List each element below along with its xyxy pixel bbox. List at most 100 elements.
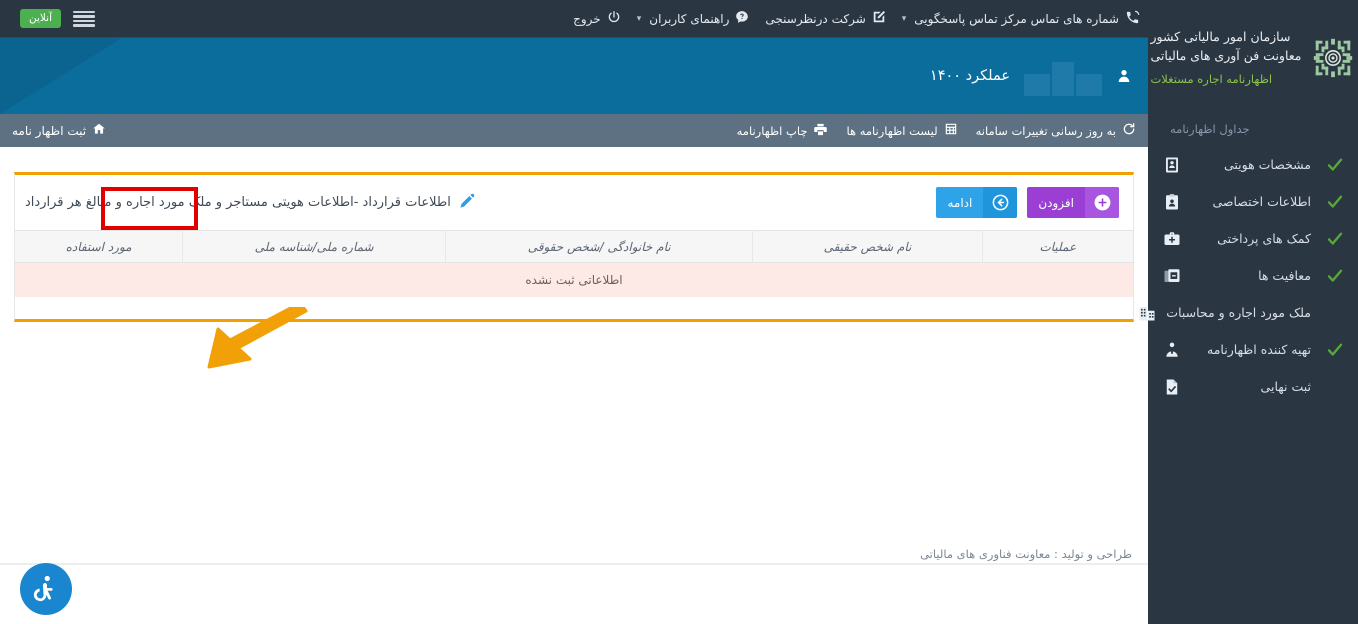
column-header-operations: عملیات (981, 230, 1133, 263)
power-icon (607, 10, 621, 27)
add-button[interactable]: افزودن (1027, 187, 1119, 218)
app-root: آنلاین شماره های تماس مرکز تماس پاسخگویی… (0, 0, 1358, 624)
arrow-circle-left-icon (983, 187, 1018, 218)
card-header: اطلاعات قرارداد -اطلاعات هویتی مستاجر و … (15, 175, 1133, 230)
nav-item-contact-center[interactable]: شماره های تماس مرکز تماس پاسخگویی ▾ (902, 10, 1140, 28)
tool-print-declaration[interactable]: چاپ اظهارنامه (737, 122, 829, 140)
column-header-national-id: شماره ملی/شناسه ملی (182, 230, 446, 263)
person-upload-icon (1162, 340, 1182, 360)
sidebar-label-rental-property: ملک مورد اجاره و محاسبات (1166, 305, 1311, 320)
edit-square-icon (872, 10, 886, 27)
home-icon (92, 122, 106, 139)
plus-circle-icon (1085, 187, 1119, 218)
check-icon (1322, 191, 1348, 213)
column-header-last-name: نام خانوادگی /شخص حقوقی (444, 230, 753, 263)
chevron-down-icon: ▾ (901, 13, 907, 24)
id-card-icon (1162, 155, 1182, 175)
banner-diagonal-decoration (0, 38, 122, 114)
add-button-label: افزودن (1038, 195, 1074, 210)
sidebar-caption: جداول اظهارنامه (1170, 122, 1250, 136)
accessibility-wheelchair-icon[interactable] (20, 563, 72, 615)
page-footer: طراحی و تولید : معاونت فناوری های مالیات… (0, 547, 1148, 624)
nav-label-logout: خروج (573, 11, 601, 26)
card-title: اطلاعات قرارداد -اطلاعات هویتی مستاجر و … (25, 195, 451, 210)
breadcrumb-tools: به روز رسانی تغییرات سامانه لیست اظهارنا… (737, 122, 1136, 140)
continue-button[interactable]: ادامه (936, 187, 1018, 218)
brand-header: سازمان امور مالیاتی کشور معاونت فن آوری … (1148, 0, 1358, 110)
topnav-items: شماره های تماس مرکز تماس پاسخگویی ▾ شرکت… (573, 10, 1140, 28)
brand-subtitle: اظهارنامه اجاره مستغلات (1150, 71, 1273, 86)
banner-blocks-decoration (1024, 56, 1102, 96)
main-content: اطلاعات قرارداد -اطلاعات هویتی مستاجر و … (0, 147, 1148, 624)
sidebar-label-special-info: اطلاعات اختصاصی (1212, 194, 1311, 209)
banner-content: عملکرد ۱۴۰۰ (930, 38, 1148, 114)
banner-title: عملکرد ۱۴۰۰ (929, 68, 1010, 84)
brand-line-2: معاونت فن آوری های مالیاتی (1150, 47, 1302, 63)
tool-declaration-list[interactable]: لیست اظهارنامه ها (846, 122, 957, 139)
table-header: عملیات نام شخص حقیقی نام خانوادگی /شخص ح… (15, 230, 1133, 263)
card-minus-icon (1162, 266, 1182, 286)
nav-item-logout[interactable]: خروج (573, 10, 621, 27)
sidebar-item-identity[interactable]: مشخصات هویتی (1148, 146, 1358, 183)
table-empty-message: اطلاعاتی ثبت نشده (15, 262, 1133, 297)
sidebar-item-rental-property[interactable]: ملک مورد اجاره و محاسبات (1139, 294, 1358, 331)
table-header-row: عملیات نام شخص حقیقی نام خانوادگی /شخص ح… (15, 230, 1133, 263)
continue-button-label: ادامه (947, 195, 973, 210)
column-header-first-name: نام شخص حقیقی (752, 230, 983, 263)
sidebar-label-preparer: تهیه کننده اظهارنامه (1207, 342, 1311, 357)
sidebar-item-exemptions[interactable]: معافیت ها (1148, 257, 1358, 294)
user-icon (1116, 67, 1132, 85)
contracts-table: عملیات نام شخص حقیقی نام خانوادگی /شخص ح… (15, 230, 1133, 297)
brand-line-1: سازمان امور مالیاتی کشور (1150, 29, 1291, 45)
table-body: اطلاعاتی ثبت نشده (15, 262, 1133, 297)
building-icon (1137, 303, 1157, 323)
pen-edit-icon (459, 192, 476, 213)
nav-label-survey: شرکت درنظرسنجی (765, 11, 866, 26)
sidebar-item-payments[interactable]: کمک های پرداختی (1148, 220, 1358, 257)
status-badge: آنلاین (20, 9, 62, 28)
document-check-icon (1162, 377, 1182, 397)
chevron-down-icon: ▾ (636, 13, 642, 24)
sidebar-item-final-submit[interactable]: ثبت نهایی (1148, 368, 1358, 405)
medical-briefcase-icon (1162, 229, 1182, 249)
phone-icon (1125, 10, 1140, 28)
sidebar-item-special-info[interactable]: اطلاعات اختصاصی (1148, 183, 1358, 220)
card-bottom-padding (15, 296, 1133, 319)
page-banner: عملکرد ۱۴۰۰ (0, 38, 1148, 114)
check-icon (1322, 228, 1348, 250)
sidebar-label-final-submit: ثبت نهایی (1260, 379, 1311, 394)
hamburger-menu-icon[interactable] (73, 10, 96, 27)
footer-text: طراحی و تولید : معاونت فناوری های مالیات… (920, 547, 1132, 561)
column-header-usage: مورد استفاده (15, 230, 183, 263)
clipboard-user-icon (1162, 192, 1182, 212)
no-check-placeholder (1322, 302, 1348, 324)
sidebar-label-identity: مشخصات هویتی (1223, 157, 1311, 172)
tool-refresh-system-changes[interactable]: به روز رسانی تغییرات سامانه (976, 122, 1136, 139)
refresh-icon (1122, 122, 1136, 139)
tool-label-declaration-list: لیست اظهارنامه ها (846, 123, 938, 138)
top-navigation-bar: آنلاین شماره های تماس مرکز تماس پاسخگویی… (0, 0, 1148, 38)
nav-label-user-guide: راهنمای کاربران (649, 11, 730, 26)
sidebar-label-exemptions: معافیت ها (1258, 268, 1311, 283)
print-icon (813, 122, 828, 140)
tax-organization-emblem-icon (1310, 35, 1356, 81)
sidebar-item-preparer[interactable]: تهیه کننده اظهارنامه (1148, 331, 1358, 368)
sidebar-label-payments: کمک های پرداختی (1217, 231, 1311, 246)
tool-label-print: چاپ اظهارنامه (736, 123, 808, 138)
contract-info-card: اطلاعات قرارداد -اطلاعات هویتی مستاجر و … (14, 172, 1134, 322)
check-icon (1322, 154, 1348, 176)
nav-item-survey[interactable]: شرکت درنظرسنجی (765, 10, 885, 27)
help-chat-icon (735, 10, 749, 27)
breadcrumb-label: ثبت اظهار نامه (12, 123, 87, 138)
no-check-placeholder (1322, 376, 1348, 398)
nav-label-contact-center: شماره های تماس مرکز تماس پاسخگویی (914, 11, 1119, 26)
brand-text: سازمان امور مالیاتی کشور معاونت فن آوری … (1150, 28, 1301, 88)
breadcrumb[interactable]: ثبت اظهار نامه (12, 122, 106, 139)
check-icon (1322, 339, 1348, 361)
nav-item-user-guide[interactable]: راهنمای کاربران ▾ (637, 10, 750, 27)
card-title-group: اطلاعات قرارداد -اطلاعات هویتی مستاجر و … (25, 192, 476, 213)
tool-label-refresh: به روز رسانی تغییرات سامانه (975, 123, 1116, 138)
sidebar: سازمان امور مالیاتی کشور معاونت فن آوری … (1139, 0, 1358, 624)
check-icon (1322, 265, 1348, 287)
table-empty-row: اطلاعاتی ثبت نشده (15, 262, 1133, 297)
